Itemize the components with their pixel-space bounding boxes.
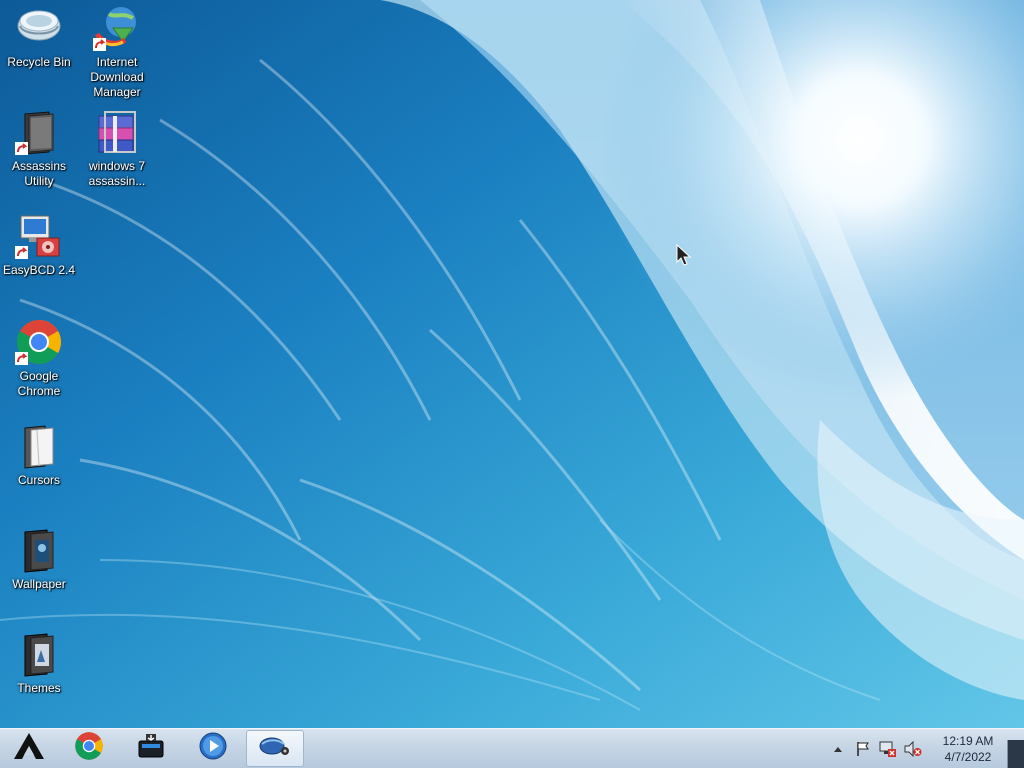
desktop-icon-label: Google Chrome — [17, 369, 61, 398]
folder-dark-icon — [15, 630, 63, 678]
drive-icon — [136, 731, 166, 766]
desktop-icon-easybcd[interactable]: EasyBCD 2.4 — [0, 212, 78, 278]
show-desktop-button[interactable] — [1007, 740, 1024, 768]
folder-dark-icon — [15, 526, 63, 574]
taskbar-active-window-button[interactable] — [246, 730, 304, 767]
folder-white-icon — [15, 422, 63, 470]
mouse-cursor-icon — [676, 244, 692, 266]
chrome-icon — [74, 731, 104, 766]
desktop-icon-google-chrome[interactable]: Google Chrome — [0, 318, 78, 399]
desktop-icon-label: EasyBCD 2.4 — [2, 263, 76, 277]
start-logo-icon — [12, 731, 46, 766]
system-tray: 12:19 AM 4/7/2022 — [822, 729, 996, 768]
desktop-icon-wallpaper-folder[interactable]: Wallpaper — [0, 526, 78, 592]
taskbar-file-explorer-button[interactable] — [122, 730, 180, 767]
desktop-icon-themes-folder[interactable]: Themes — [0, 630, 78, 696]
idm-icon — [93, 4, 141, 52]
volume-muted-icon[interactable] — [904, 740, 922, 758]
desktop-icon-recycle-bin[interactable]: Recycle Bin — [0, 4, 78, 70]
taskbar-chrome-button[interactable] — [60, 730, 118, 767]
recycle-bin-icon — [15, 4, 63, 52]
taskbar-clock[interactable]: 12:19 AM 4/7/2022 — [940, 733, 996, 765]
desktop-icon-cursors-folder[interactable]: Cursors — [0, 422, 78, 488]
desktop-icon-label: Assassins Utility — [11, 159, 67, 188]
taskbar: 12:19 AM 4/7/2022 — [0, 728, 1024, 768]
desktop-icon-assassins-utility[interactable]: Assassins Utility — [0, 108, 78, 189]
folder-dark-icon — [15, 108, 63, 156]
start-button[interactable] — [0, 730, 58, 767]
network-disconnected-icon[interactable] — [879, 740, 897, 758]
media-player-icon — [198, 731, 228, 766]
desktop-icon-label: Cursors — [17, 473, 60, 487]
action-center-flag-icon[interactable] — [854, 740, 872, 758]
clock-date: 4/7/2022 — [944, 750, 992, 764]
desktop-icon-label: windows 7 assassin... — [88, 159, 146, 188]
desktop-icon-label: Wallpaper — [12, 577, 66, 591]
desktop-icon-label: Recycle Bin — [7, 55, 71, 69]
easybcd-icon — [15, 212, 63, 260]
taskbar-media-player-button[interactable] — [184, 730, 242, 767]
mouse-settings-icon — [258, 733, 292, 764]
desktop-icon-windows7-assassin-archive[interactable]: windows 7 assassin... — [78, 108, 156, 189]
clock-time: 12:19 AM — [942, 734, 994, 748]
chrome-icon — [15, 318, 63, 366]
desktop-icon-label: Themes — [17, 681, 61, 695]
desktop-icon-label: Internet Download Manager — [90, 55, 144, 99]
show-hidden-icons-arrow[interactable] — [829, 740, 847, 758]
desktop-icon-internet-download-manager[interactable]: Internet Download Manager — [78, 4, 156, 100]
winrar-archive-icon — [93, 108, 141, 156]
